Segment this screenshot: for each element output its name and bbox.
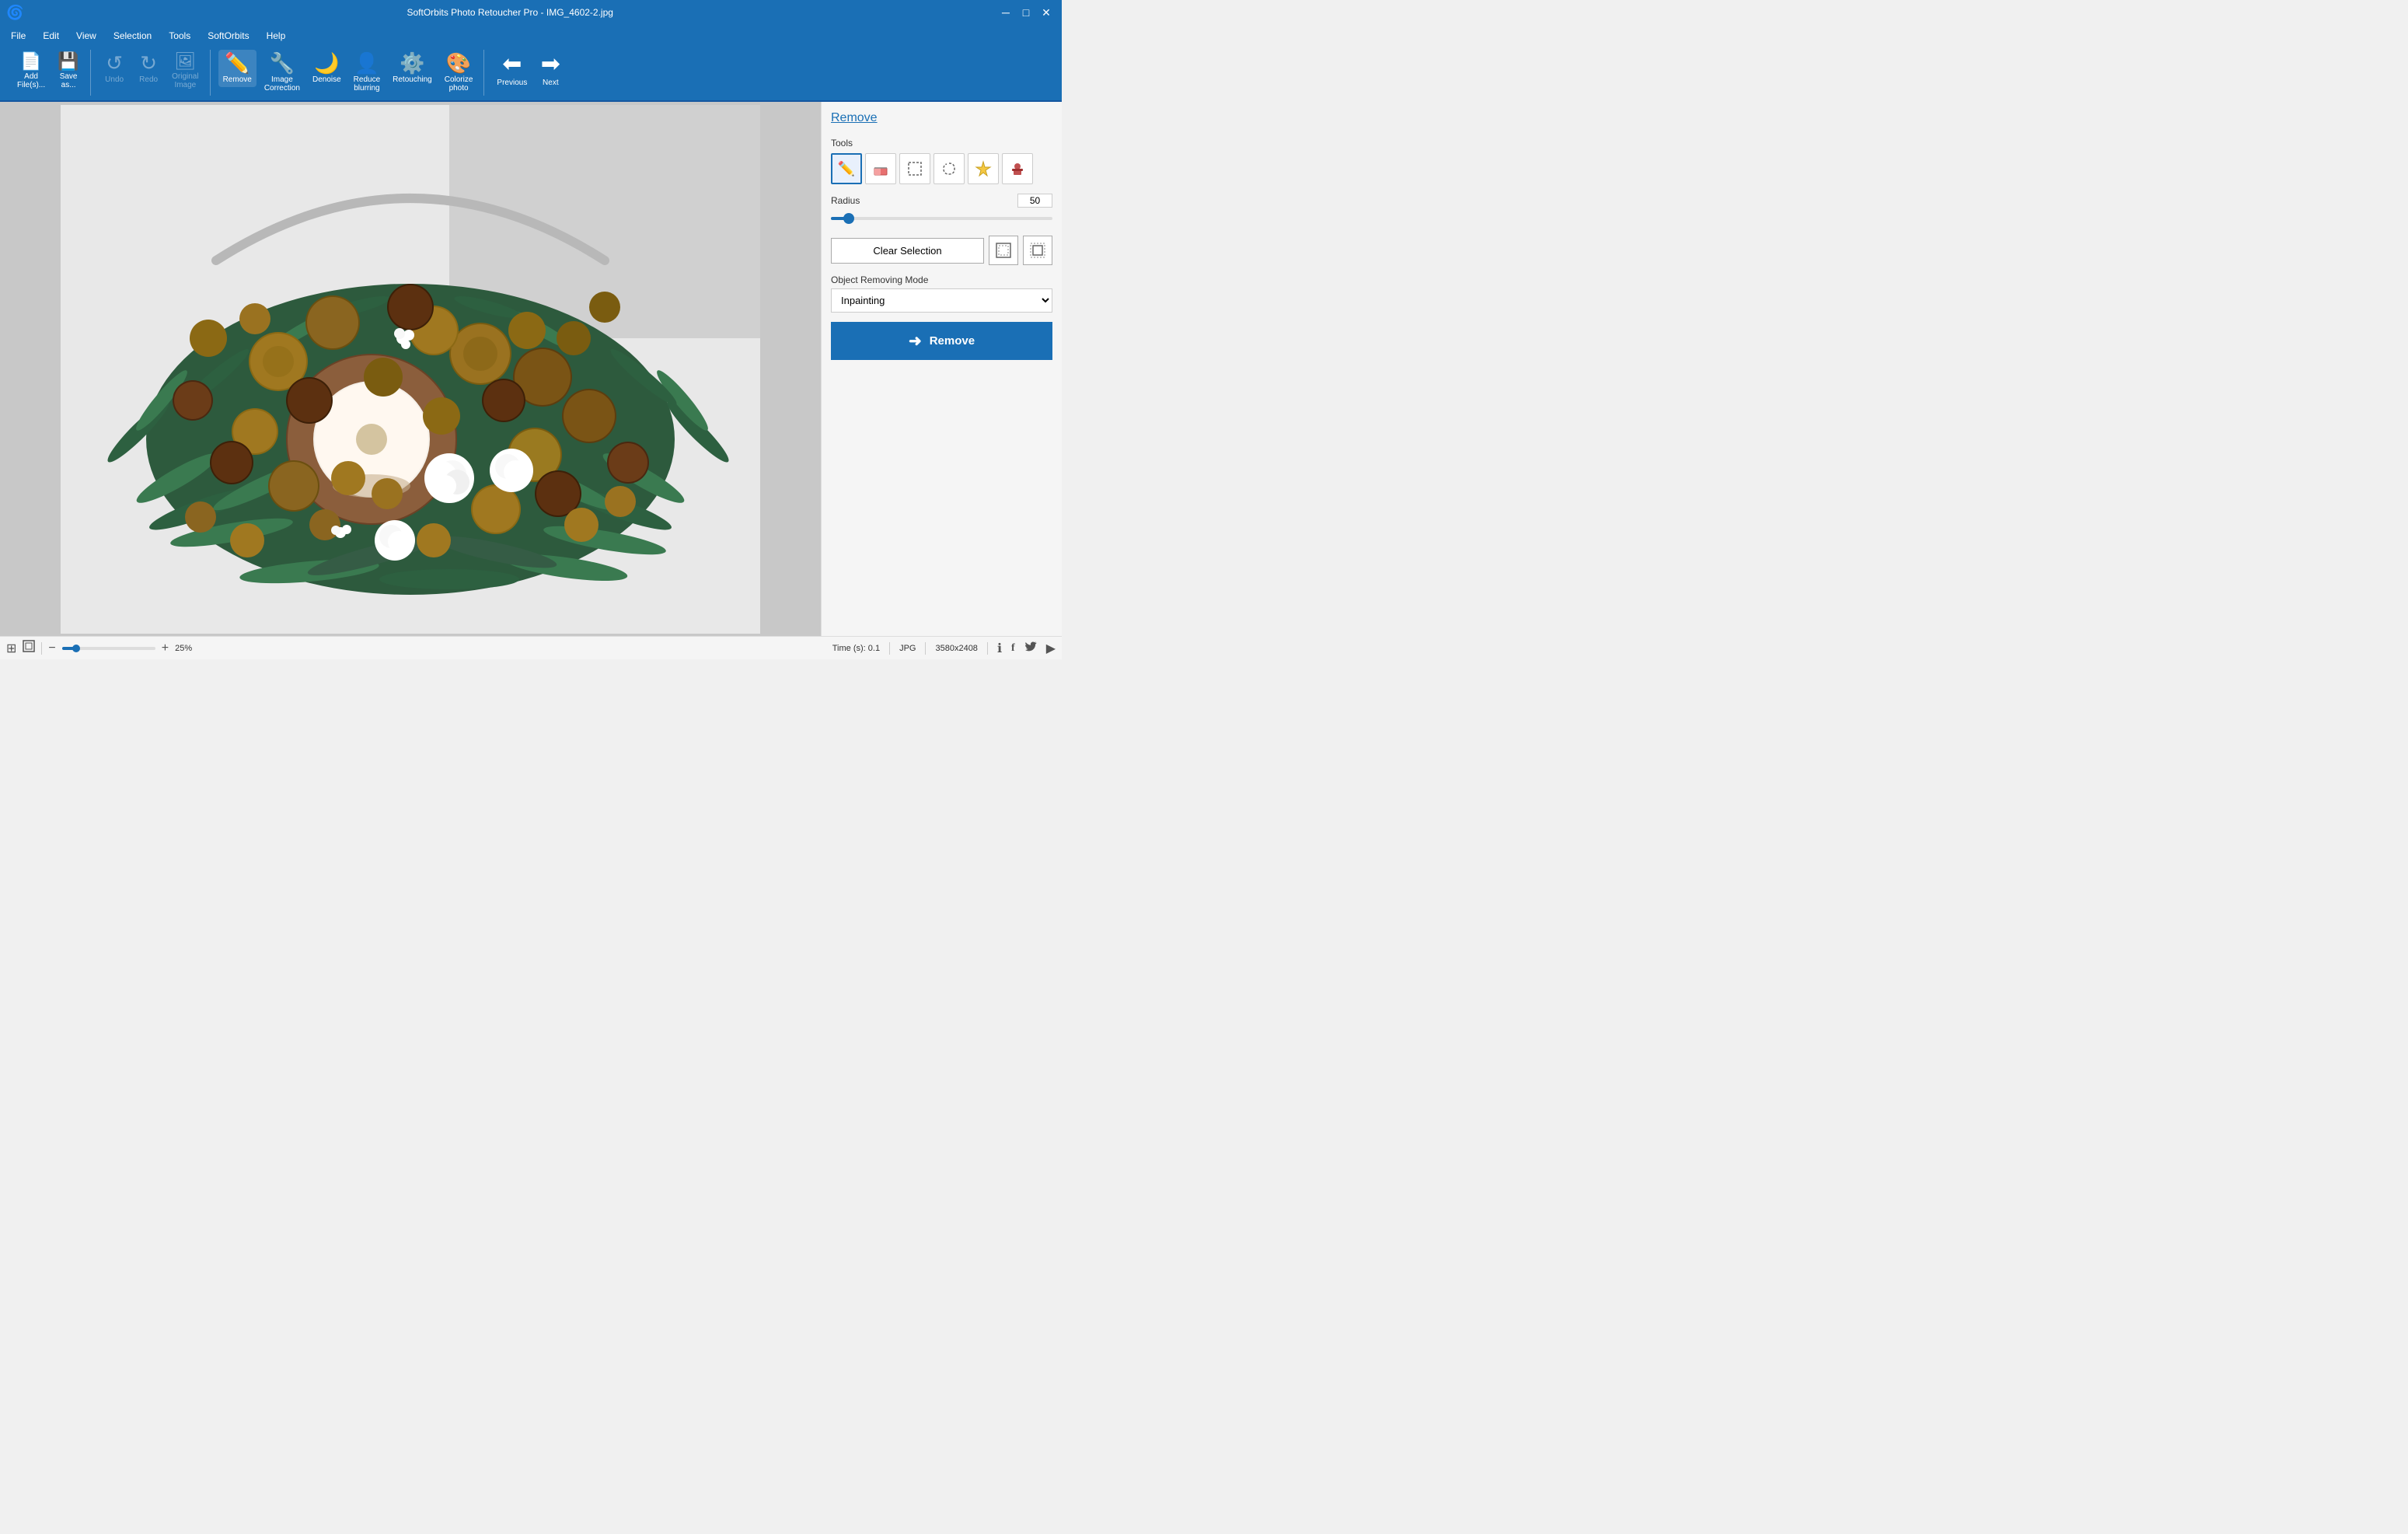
rect-select-tool-button[interactable] xyxy=(899,153,930,184)
image-correction-icon: 🔧 xyxy=(270,53,295,73)
mode-section: Object Removing Mode Inpainting Content … xyxy=(831,274,1052,313)
dimensions-label: 3580x2408 xyxy=(935,644,977,653)
expand-selection-button[interactable] xyxy=(989,236,1018,265)
window-title: SoftOrbits Photo Retoucher Pro - IMG_460… xyxy=(23,7,996,18)
save-as-button[interactable]: 💾 Saveas... xyxy=(53,50,84,93)
colorize-icon: 🎨 xyxy=(446,53,471,73)
status-bar-left: ⊞ − + 25% xyxy=(6,640,826,656)
menu-file[interactable]: File xyxy=(3,27,33,44)
retouching-button[interactable]: ⚙️ Retouching xyxy=(388,50,437,87)
fit-to-window-icon[interactable]: ⊞ xyxy=(6,641,16,656)
ribbon-group-nav: ⬅ Previous ➡ Next xyxy=(486,50,572,96)
radius-label: Radius xyxy=(831,195,860,206)
canvas-image[interactable] xyxy=(61,105,760,634)
close-button[interactable]: ✕ xyxy=(1037,3,1056,22)
magic-wand-tool-button[interactable] xyxy=(968,153,999,184)
previous-button[interactable]: ⬅ Previous xyxy=(492,50,532,90)
ribbon-group-file: 📄 AddFile(s)... 💾 Saveas... xyxy=(6,50,91,96)
twitter-icon[interactable] xyxy=(1024,640,1037,656)
app-icon: 🌀 xyxy=(6,5,23,21)
zoom-value: 25% xyxy=(175,644,198,653)
previous-icon: ⬅ xyxy=(502,53,522,76)
tools-section: Tools ✏️ xyxy=(831,138,1052,184)
radius-input[interactable]: 50 xyxy=(1017,194,1052,208)
main-area: Remove Tools ✏️ xyxy=(0,102,1062,636)
window-controls: ─ □ ✕ xyxy=(996,3,1056,22)
denoise-icon: 🌙 xyxy=(314,53,339,73)
colorize-button[interactable]: 🎨 Colorizephoto xyxy=(440,50,478,96)
redo-icon: ↻ xyxy=(140,53,157,73)
clear-selection-row: Clear Selection xyxy=(831,236,1052,265)
radius-slider-thumb[interactable] xyxy=(843,213,854,224)
status-divider-1 xyxy=(41,642,42,655)
menu-selection[interactable]: Selection xyxy=(106,27,159,44)
menu-view[interactable]: View xyxy=(68,27,104,44)
status-divider-2 xyxy=(889,642,890,655)
tools-row: ✏️ xyxy=(831,153,1052,184)
add-files-button[interactable]: 📄 AddFile(s)... xyxy=(12,50,50,93)
tools-label: Tools xyxy=(831,138,1052,149)
zoom-out-button[interactable]: − xyxy=(48,641,55,655)
status-bar: ⊞ − + 25% Time (s): 0.1 JPG 3580x2408 ℹ … xyxy=(0,636,1062,659)
menu-softorbits[interactable]: SoftOrbits xyxy=(200,27,257,44)
image-correction-button[interactable]: 🔧 ImageCorrection xyxy=(260,50,305,96)
mode-select[interactable]: Inpainting Content Aware Fill Background… xyxy=(831,288,1052,313)
mode-label: Object Removing Mode xyxy=(831,274,1052,285)
eraser-tool-button[interactable] xyxy=(865,153,896,184)
menu-tools[interactable]: Tools xyxy=(161,27,198,44)
canvas-area[interactable] xyxy=(0,102,821,636)
reduce-blurring-button[interactable]: 👤 Reduceblurring xyxy=(349,50,385,96)
original-image-icon: 🖼 xyxy=(174,53,196,70)
minimize-button[interactable]: ─ xyxy=(996,3,1015,22)
photo-canvas xyxy=(61,105,760,634)
redo-button[interactable]: ↻ Redo xyxy=(133,50,164,87)
status-divider-3 xyxy=(925,642,926,655)
menu-edit[interactable]: Edit xyxy=(35,27,67,44)
stamp-tool-button[interactable] xyxy=(1002,153,1033,184)
right-panel: Remove Tools ✏️ xyxy=(821,102,1062,636)
next-icon: ➡ xyxy=(541,53,560,76)
undo-button[interactable]: ↺ Undo xyxy=(99,50,130,87)
menu-help[interactable]: Help xyxy=(259,27,294,44)
ribbon-group-tools: ✏️ Remove 🔧 ImageCorrection 🌙 Denoise 👤 … xyxy=(212,50,485,96)
remove-tool-icon: ✏️ xyxy=(225,53,250,73)
next-button[interactable]: ➡ Next xyxy=(535,50,566,90)
clear-selection-button[interactable]: Clear Selection xyxy=(831,238,984,264)
denoise-button[interactable]: 🌙 Denoise xyxy=(308,50,346,87)
ribbon: 📄 AddFile(s)... 💾 Saveas... ↺ Undo ↻ Red… xyxy=(0,47,1062,102)
title-bar: 🌀 SoftOrbits Photo Retoucher Pro - IMG_4… xyxy=(0,0,1062,25)
actual-size-icon[interactable] xyxy=(23,640,35,656)
add-files-icon: 📄 xyxy=(20,53,41,70)
remove-button-label: Remove xyxy=(930,334,975,348)
lasso-tool-button[interactable] xyxy=(934,153,965,184)
facebook-icon[interactable]: f xyxy=(1011,642,1015,655)
status-divider-4 xyxy=(987,642,988,655)
youtube-icon[interactable]: ▶ xyxy=(1046,641,1056,656)
ribbon-group-history: ↺ Undo ↻ Redo 🖼 OriginalImage xyxy=(92,50,210,96)
panel-title: Remove xyxy=(831,111,1052,125)
radius-slider-container xyxy=(831,211,1052,226)
zoom-slider-thumb[interactable] xyxy=(72,645,80,652)
title-bar-left: 🌀 xyxy=(6,5,23,21)
retouching-icon: ⚙️ xyxy=(400,53,424,73)
undo-icon: ↺ xyxy=(106,53,123,73)
time-label: Time (s): 0.1 xyxy=(832,644,880,653)
pencil-tool-button[interactable]: ✏️ xyxy=(831,153,862,184)
save-icon: 💾 xyxy=(58,53,79,70)
info-icon[interactable]: ℹ xyxy=(997,641,1002,656)
original-image-button[interactable]: 🖼 OriginalImage xyxy=(167,50,203,93)
remove-button[interactable]: ➜ Remove xyxy=(831,322,1052,360)
radius-slider-track xyxy=(831,217,1052,220)
reduce-blurring-icon: 👤 xyxy=(354,53,379,73)
zoom-in-button[interactable]: + xyxy=(162,641,169,655)
menu-bar: File Edit View Selection Tools SoftOrbit… xyxy=(0,25,1062,47)
remove-tool-button[interactable]: ✏️ Remove xyxy=(218,50,257,87)
shrink-selection-button[interactable] xyxy=(1023,236,1052,265)
radius-section: Radius 50 xyxy=(831,194,1052,226)
status-bar-right: Time (s): 0.1 JPG 3580x2408 ℹ f ▶ xyxy=(832,640,1056,656)
remove-arrow-icon: ➜ xyxy=(909,331,922,351)
format-label: JPG xyxy=(899,644,916,653)
maximize-button[interactable]: □ xyxy=(1017,3,1035,22)
zoom-slider[interactable] xyxy=(62,647,155,650)
